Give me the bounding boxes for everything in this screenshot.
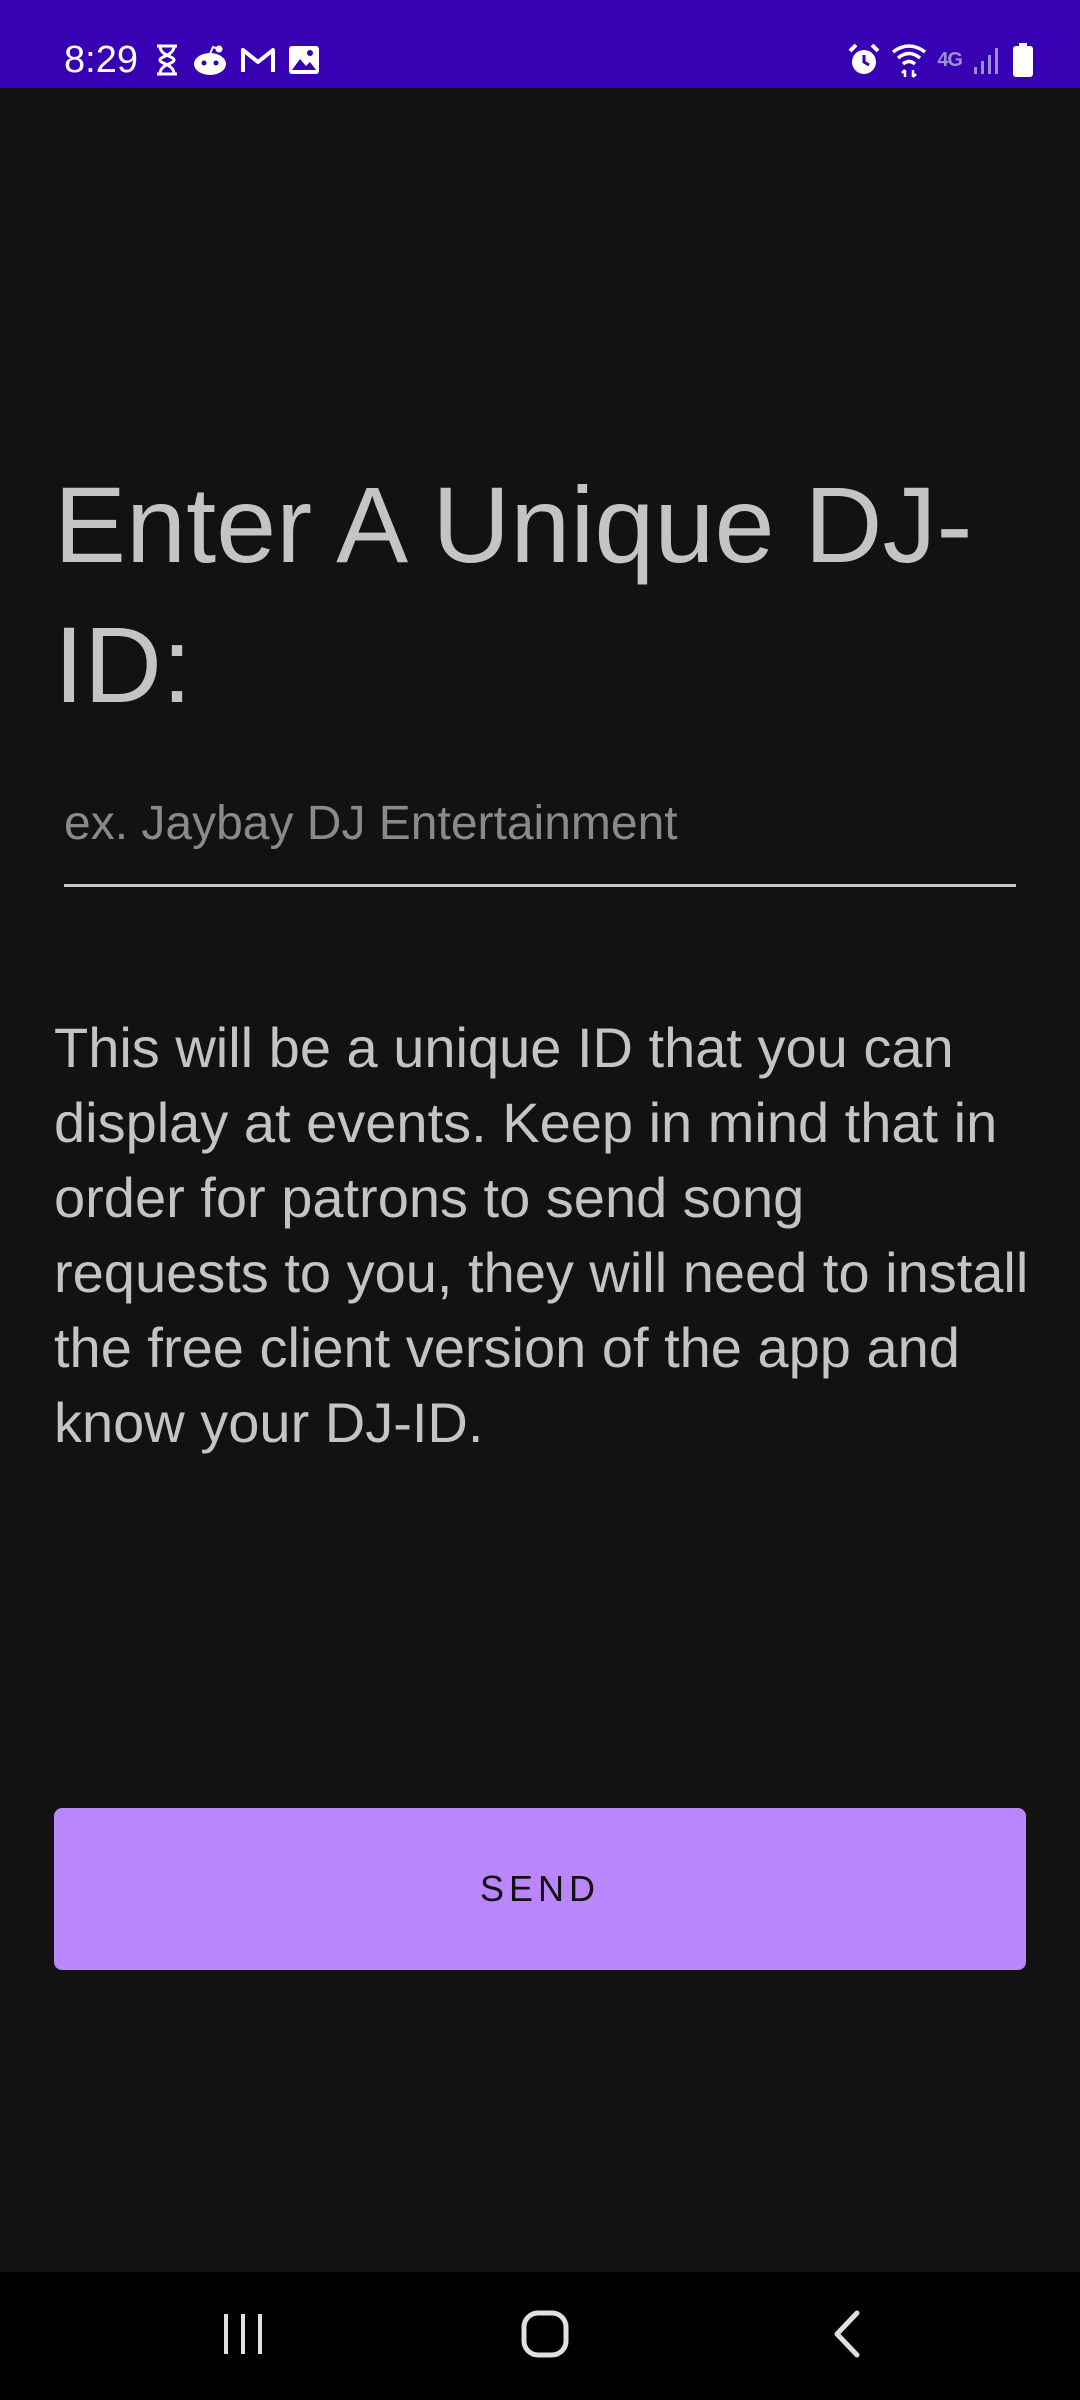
recents-icon [220, 2312, 266, 2361]
signal-icon [972, 45, 1002, 75]
dj-id-input[interactable] [64, 788, 1016, 858]
image-icon [288, 45, 320, 75]
alarm-icon [847, 43, 881, 77]
system-nav-bar [0, 2272, 1080, 2400]
network-type-label: 4G [937, 48, 963, 71]
hourglass-icon [154, 44, 180, 76]
status-left-icons [154, 40, 320, 80]
description-text: This will be a unique ID that you can di… [54, 1016, 1029, 1454]
recents-button[interactable] [163, 2272, 323, 2400]
dj-id-field[interactable] [64, 778, 1016, 887]
back-button[interactable] [767, 2272, 927, 2400]
send-button[interactable]: SEND [54, 1808, 1026, 1970]
wifi-icon [891, 42, 927, 78]
screen: 8:29 4G Enter A Unique DJ-ID: ex. Jaybay… [0, 0, 1080, 2400]
page-title: Enter A Unique DJ-ID: [54, 464, 973, 725]
reddit-icon [192, 44, 228, 76]
battery-icon [1012, 42, 1034, 78]
gmail-icon [240, 46, 276, 74]
status-bar: 8:29 4G [0, 0, 1080, 88]
back-icon [829, 2309, 865, 2364]
status-time: 8:29 [64, 39, 138, 81]
status-right-icons: 4G [847, 38, 1034, 82]
home-icon [520, 2309, 570, 2364]
home-button[interactable] [465, 2272, 625, 2400]
